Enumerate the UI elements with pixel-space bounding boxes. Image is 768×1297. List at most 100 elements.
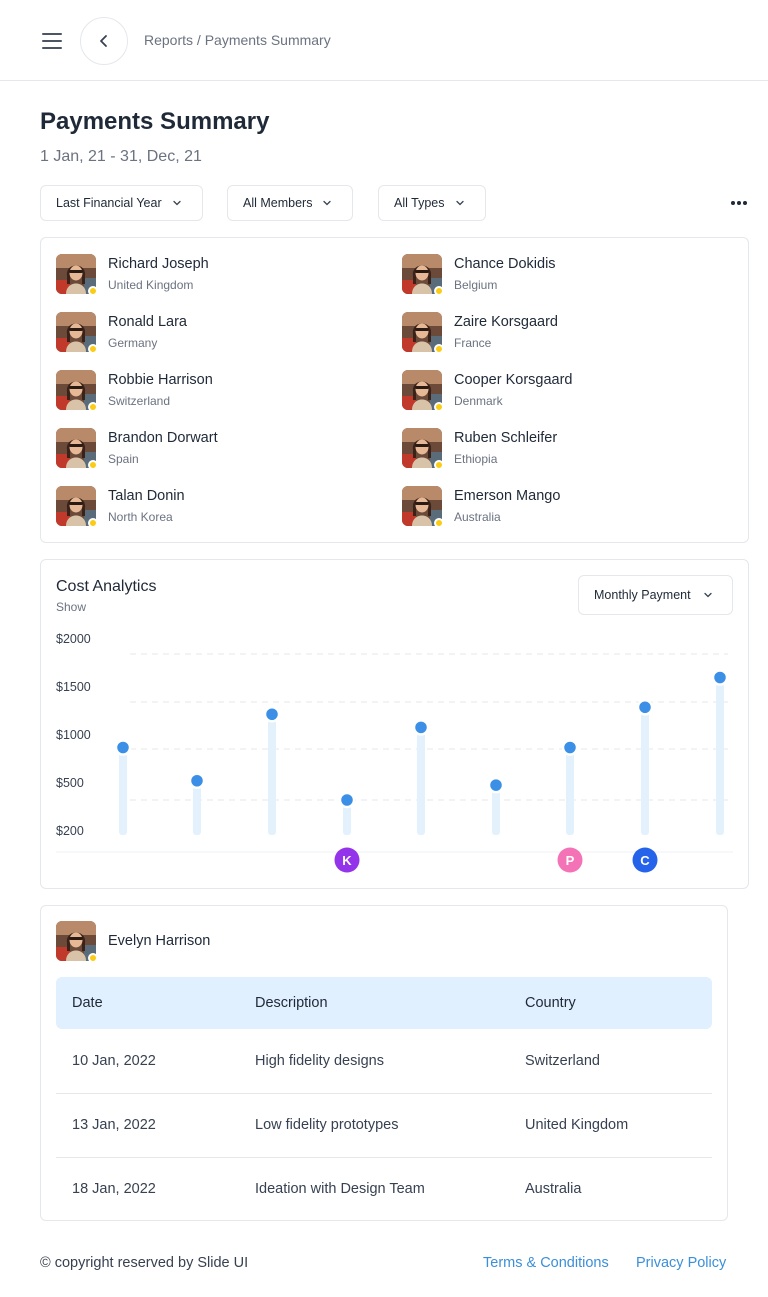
column-header-date: Date [72,995,103,1011]
column-header-country: Country [525,995,576,1011]
table-row[interactable]: 18 Jan, 2022 Ideation with Design Team A… [56,1157,712,1221]
data-point [114,739,132,756]
member-item[interactable]: Ronald Lara Germany [56,312,356,354]
breadcrumb: Reports / Payments Summary [144,32,331,48]
x-marker-letter: K [342,853,352,868]
chevron-down-icon [455,200,464,206]
status-dot [434,286,444,296]
status-dot [88,402,98,412]
member-item[interactable]: Talan Donin North Korea [56,486,356,528]
status-dot [88,286,98,296]
x-marker-avatar [259,847,285,873]
filter-label: All Members [243,196,313,210]
data-point [263,706,281,723]
member-item[interactable]: Cooper Korsgaard Denmark [402,370,702,412]
chevron-down-icon [172,200,181,206]
member-item[interactable]: Robbie Harrison Switzerland [56,370,356,412]
cell-description: Ideation with Design Team [255,1181,425,1197]
filter-period[interactable]: Last Financial Year [40,185,203,221]
y-tick-label: $1000 [56,728,91,742]
filter-label: All Types [394,196,445,210]
data-stem [566,747,574,835]
cost-analytics-chart: $2000 $1500 $1000 $500 $200 K P C [56,632,733,873]
member-name: Robbie Harrison [108,372,213,388]
status-dot [88,518,98,528]
member-country: Denmark [454,394,503,408]
cell-country: Switzerland [525,1053,600,1069]
copyright-text: © copyright reserved by Slide UI [40,1255,249,1271]
status-dot [434,518,444,528]
x-marker-letter: C [640,853,650,868]
data-point [412,719,430,736]
chevron-down-icon [703,592,712,598]
member-country: United Kingdom [108,278,194,292]
page-title: Payments Summary [40,108,270,135]
member-item[interactable]: Ruben Schleifer Ethiopia [402,428,702,470]
member-name: Ruben Schleifer [454,430,558,446]
y-tick-label: $200 [56,824,84,838]
member-name: Chance Dokidis [454,256,556,272]
table-header: Date Description Country [56,977,712,1029]
member-name: Emerson Mango [454,488,561,504]
data-stem [641,707,649,835]
data-point [561,739,579,756]
terms-link[interactable]: Terms & Conditions [483,1255,609,1271]
chart-title: Cost Analytics [56,578,157,595]
back-button[interactable] [80,17,128,65]
dropdown-label: Monthly Payment [594,588,691,602]
member-item[interactable]: Emerson Mango Australia [402,486,702,528]
monthly-payment-dropdown[interactable]: Monthly Payment [578,575,733,615]
member-item[interactable]: Chance Dokidis Belgium [402,254,702,296]
chart-subtitle: Show [56,600,87,614]
member-name: Talan Donin [108,488,185,504]
cell-description: High fidelity designs [255,1053,384,1069]
data-stem [716,677,724,835]
member-country: North Korea [108,510,173,524]
member-country: France [454,336,492,350]
table-row[interactable]: 10 Jan, 2022 High fidelity designs Switz… [56,1029,712,1093]
y-tick-label: $1500 [56,680,91,694]
cell-date: 13 Jan, 2022 [72,1117,156,1133]
status-dot [88,460,98,470]
member-item[interactable]: Brandon Dorwart Spain [56,428,356,470]
filter-members[interactable]: All Members [227,185,353,221]
status-dot [434,460,444,470]
column-header-description: Description [255,995,328,1011]
more-horizontal-icon[interactable] [724,193,754,213]
status-dot [88,344,98,354]
data-point [188,772,206,789]
cell-description: Low fidelity prototypes [255,1117,399,1133]
y-tick-label: $500 [56,776,84,790]
x-marker-avatar [184,847,210,873]
data-point [711,669,729,686]
table-row[interactable]: 13 Jan, 2022 Low fidelity prototypes Uni… [56,1093,712,1157]
privacy-link[interactable]: Privacy Policy [636,1255,726,1271]
filter-types[interactable]: All Types [378,185,486,221]
member-name: Brandon Dorwart [108,430,218,446]
status-dot [434,402,444,412]
filter-label: Last Financial Year [56,196,162,210]
date-range: 1 Jan, 21 - 31, Dec, 21 [40,148,202,165]
status-dot [88,953,98,963]
chevron-down-icon [323,200,332,206]
x-marker-avatar [707,847,733,873]
member-name: Zaire Korsgaard [454,314,558,330]
member-country: Australia [454,510,501,524]
cell-country: United Kingdom [525,1117,629,1133]
cell-date: 10 Jan, 2022 [72,1053,156,1069]
data-point [636,699,654,716]
hamburger-menu-icon[interactable] [40,30,64,52]
member-item[interactable]: Richard Joseph United Kingdom [56,254,356,296]
member-country: Belgium [454,278,498,292]
payment-person-name: Evelyn Harrison [108,933,211,949]
member-country: Germany [108,336,158,350]
member-country: Switzerland [108,394,171,408]
data-stem [417,727,425,835]
member-item[interactable]: Zaire Korsgaard France [402,312,702,354]
chevron-left-icon [100,35,107,47]
member-country: Spain [108,452,139,466]
member-name: Ronald Lara [108,314,187,330]
top-bar: Reports / Payments Summary [0,0,768,81]
data-stem [268,714,276,835]
x-marker-avatar [408,847,434,873]
